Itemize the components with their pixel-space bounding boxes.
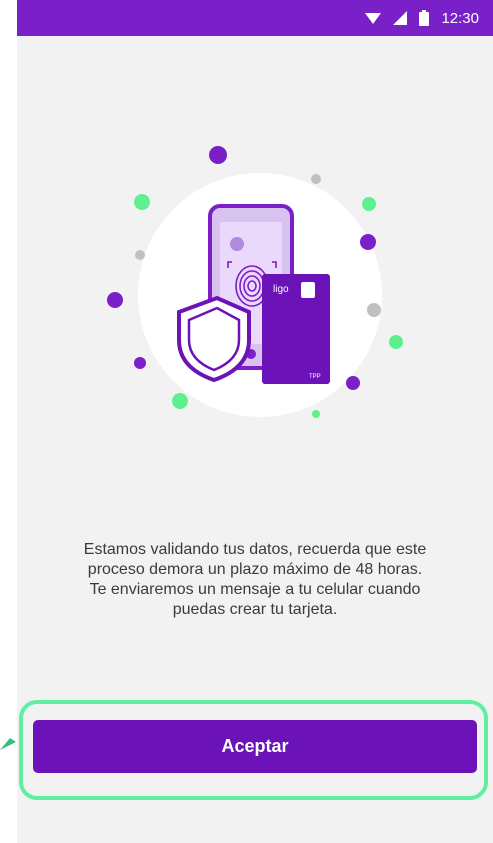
phone-screen: 12:30 ligo TPP Estamos validando tus dat… — [17, 0, 493, 843]
shield-icon — [177, 295, 251, 383]
dot — [311, 174, 321, 184]
dot — [367, 303, 381, 317]
dot — [362, 197, 376, 211]
dot — [135, 250, 145, 260]
message-line: Te enviaremos un mensaje a tu celular cu… — [89, 581, 421, 598]
dot — [107, 292, 123, 308]
dot — [360, 234, 376, 250]
dot — [209, 146, 227, 164]
card-tag: TPP — [309, 374, 321, 380]
validation-message: Estamos validando tus datos, recuerda qu… — [47, 540, 463, 620]
dot — [346, 376, 360, 390]
dot — [134, 194, 150, 210]
message-line: puedas crear tu tarjeta. — [172, 601, 338, 618]
dot — [172, 393, 188, 409]
card-icon: ligo TPP — [262, 274, 330, 384]
message-line: Estamos validando tus datos, recuerda qu… — [83, 541, 427, 558]
message-line: proceso demora un plazo máximo de 48 hor… — [87, 561, 423, 578]
illustration: ligo TPP — [107, 146, 403, 418]
dot — [312, 410, 320, 418]
accept-button[interactable]: Aceptar — [33, 720, 477, 773]
dot — [134, 357, 146, 369]
card-brand: ligo — [273, 284, 289, 295]
dot — [389, 335, 403, 349]
